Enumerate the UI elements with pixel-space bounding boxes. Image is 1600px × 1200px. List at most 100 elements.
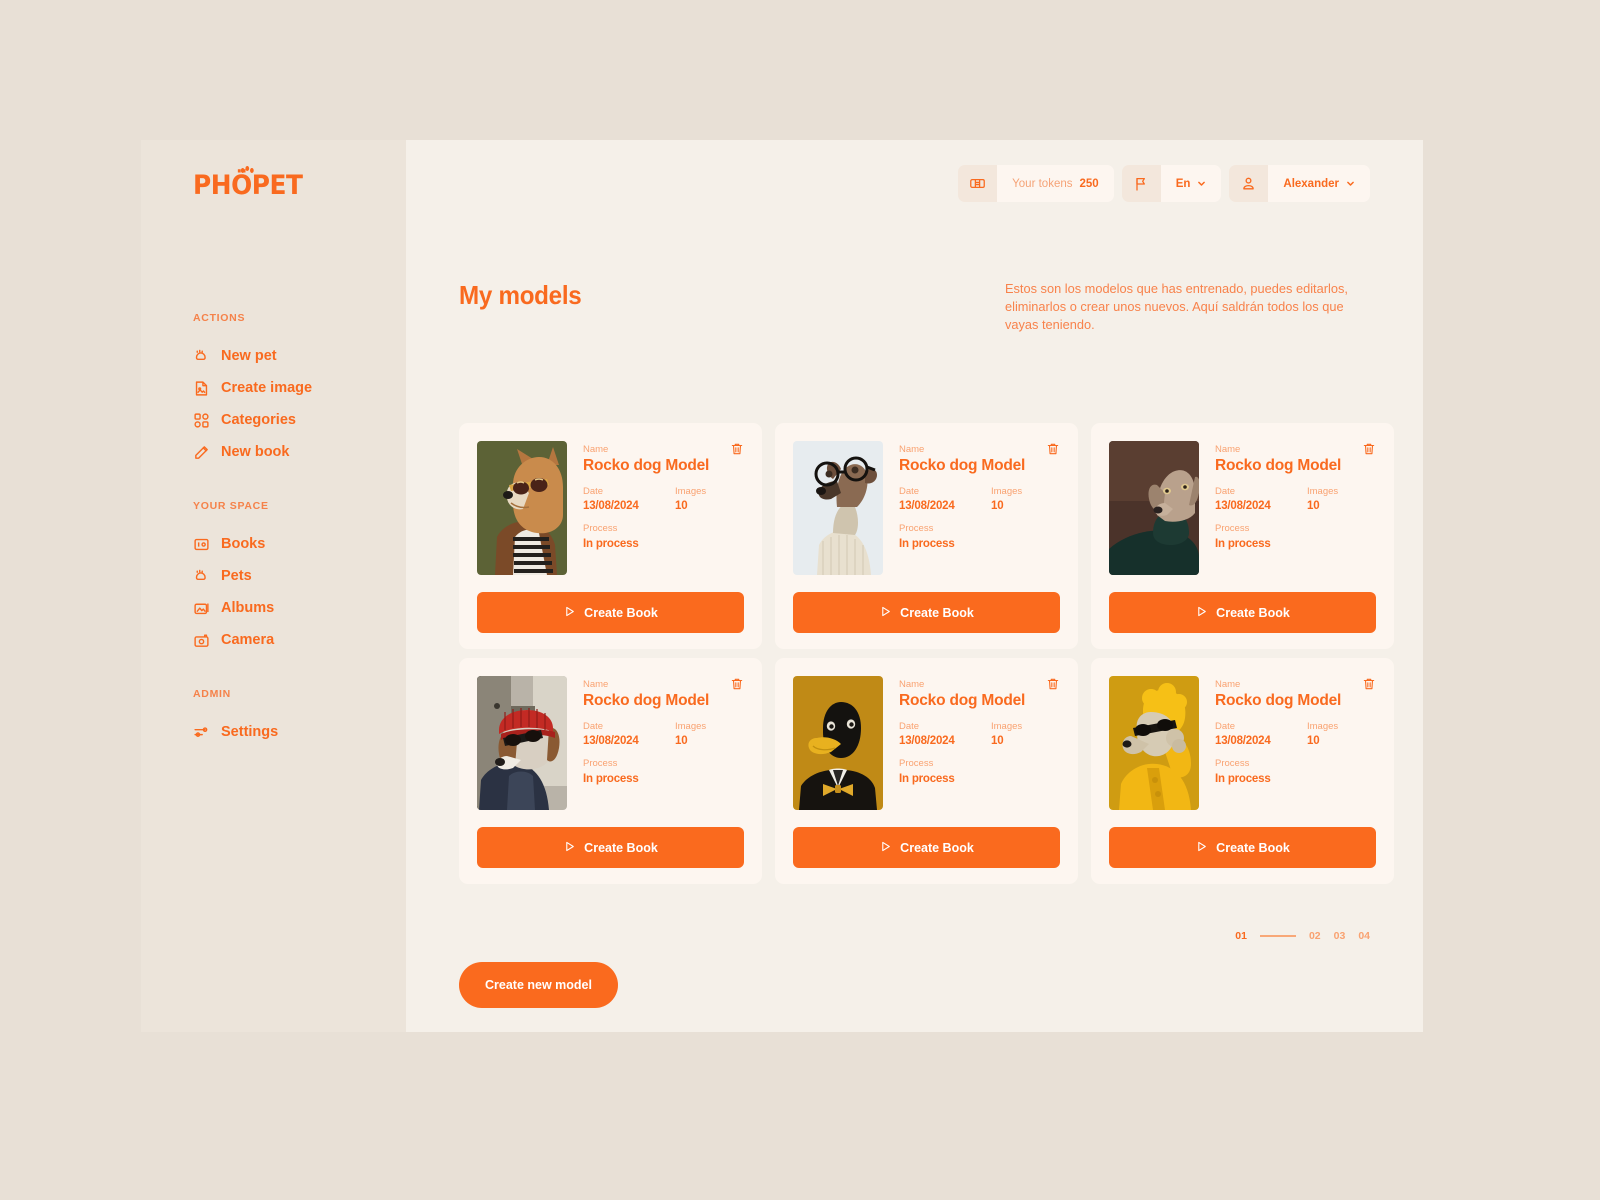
- sidebar-item-label: New pet: [221, 348, 277, 364]
- model-images: 10: [991, 735, 1004, 748]
- language-selector[interactable]: En: [1121, 165, 1222, 202]
- create-book-button[interactable]: Create Book: [1109, 827, 1376, 868]
- date-field: Date 13/08/2024: [899, 485, 991, 514]
- tokens-label: Your tokens: [1012, 177, 1073, 190]
- sidebar-group-admin: ADMIN Settings: [193, 688, 278, 748]
- model-card: Name Rocko dog Model Date 13/08/2024 Ima…: [775, 658, 1078, 884]
- camera-icon: [193, 632, 210, 649]
- trash-icon[interactable]: [1046, 676, 1060, 692]
- trash-icon[interactable]: [730, 441, 744, 457]
- create-book-label: Create Book: [584, 840, 658, 855]
- sidebar-group-title: ADMIN: [193, 688, 231, 700]
- model-card-body: Name Rocko dog Model Date 13/08/2024 Ima…: [477, 441, 744, 575]
- model-info: Name Rocko dog Model Date 13/08/2024 Ima…: [1215, 441, 1376, 575]
- model-name: Rocko dog Model: [1215, 692, 1342, 710]
- model-thumbnail[interactable]: [477, 441, 567, 575]
- process-field: Process In process: [899, 757, 1060, 786]
- process-label: Process: [899, 523, 934, 535]
- date-label: Date: [583, 485, 604, 497]
- images-field: Images 10: [1307, 720, 1376, 749]
- page-title: My models: [459, 280, 582, 310]
- page-description: Estos son los modelos que has entrenado,…: [1005, 281, 1348, 333]
- brand-logo[interactable]: PHÖPET: [193, 166, 303, 199]
- images-label: Images: [1307, 720, 1339, 732]
- pagination: 01 02 03 04: [1235, 930, 1370, 942]
- model-card: Name Rocko dog Model Date 13/08/2024 Ima…: [459, 423, 762, 649]
- model-card: Name Rocko dog Model Date 13/08/2024 Ima…: [459, 658, 762, 884]
- date-field: Date 13/08/2024: [1215, 720, 1307, 749]
- model-meta-row: Date 13/08/2024 Images 10: [899, 485, 1060, 514]
- paw-icon: [193, 568, 210, 585]
- date-field: Date 13/08/2024: [583, 485, 675, 514]
- topbar: Your tokens 250 En Alexander: [958, 165, 1370, 202]
- date-label: Date: [1215, 485, 1236, 497]
- chevron-down-icon: [1347, 181, 1354, 186]
- model-card: Name Rocko dog Model Date 13/08/2024 Ima…: [1091, 423, 1394, 649]
- paw-icon: [193, 348, 210, 365]
- create-book-button[interactable]: Create Book: [477, 592, 744, 633]
- create-new-model-button[interactable]: Create new model: [459, 962, 618, 1008]
- process-label: Process: [899, 758, 934, 770]
- trash-icon[interactable]: [1362, 676, 1376, 692]
- create-book-button[interactable]: Create Book: [1109, 592, 1376, 633]
- create-book-button[interactable]: Create Book: [477, 827, 744, 868]
- pagination-page[interactable]: 04: [1358, 930, 1370, 942]
- sidebar-group-title: YOUR SPACE: [193, 500, 269, 512]
- date-label: Date: [583, 720, 604, 732]
- user-menu[interactable]: Alexander: [1229, 165, 1370, 202]
- sidebar-item-camera[interactable]: Camera: [193, 624, 274, 656]
- model-images: 10: [991, 500, 1004, 513]
- name-label: Name: [899, 679, 925, 690]
- model-thumbnail[interactable]: [1109, 676, 1199, 810]
- create-book-label: Create Book: [584, 605, 658, 620]
- image-file-icon: [193, 380, 210, 397]
- sidebar-item-label: Books: [221, 536, 266, 552]
- play-icon: [879, 840, 892, 856]
- pagination-page[interactable]: 01: [1235, 930, 1247, 942]
- model-thumbnail[interactable]: [1109, 441, 1199, 575]
- create-book-label: Create Book: [900, 605, 974, 620]
- create-book-button[interactable]: Create Book: [793, 827, 1060, 868]
- sidebar-group-title: ACTIONS: [193, 312, 246, 324]
- model-name: Rocko dog Model: [899, 457, 1026, 475]
- model-date: 13/08/2024: [899, 735, 955, 748]
- sidebar-item-label: Categories: [221, 412, 296, 428]
- trash-icon[interactable]: [730, 676, 744, 692]
- sidebar-item-create-image[interactable]: Create image: [193, 372, 312, 404]
- tokens-widget[interactable]: Your tokens 250: [958, 165, 1114, 202]
- model-process: In process: [899, 537, 955, 550]
- play-icon: [563, 840, 576, 856]
- sidebar-item-pets[interactable]: Pets: [193, 560, 274, 592]
- sidebar-group-actions: ACTIONS New pet Create image Categories …: [193, 312, 312, 468]
- sidebar-item-new-pet[interactable]: New pet: [193, 340, 312, 372]
- name-label: Name: [1215, 679, 1241, 690]
- model-card-body: Name Rocko dog Model Date 13/08/2024 Ima…: [1109, 676, 1376, 810]
- trash-icon[interactable]: [1046, 441, 1060, 457]
- sidebar-item-settings[interactable]: Settings: [193, 716, 278, 748]
- process-field: Process In process: [1215, 522, 1376, 551]
- model-thumbnail[interactable]: [793, 441, 883, 575]
- sidebar-item-books[interactable]: Books: [193, 528, 274, 560]
- model-thumbnail[interactable]: [793, 676, 883, 810]
- sidebar-item-new-book[interactable]: New book: [193, 436, 312, 468]
- images-label: Images: [991, 720, 1023, 732]
- process-field: Process In process: [583, 757, 744, 786]
- name-label: Name: [583, 679, 609, 690]
- pagination-page[interactable]: 02: [1309, 930, 1321, 942]
- model-thumbnail[interactable]: [477, 676, 567, 810]
- trash-icon[interactable]: [1362, 441, 1376, 457]
- sidebar-item-label: Create image: [221, 380, 313, 396]
- model-date: 13/08/2024: [583, 500, 639, 513]
- model-date: 13/08/2024: [899, 500, 955, 513]
- process-label: Process: [583, 758, 618, 770]
- app-window: PHÖPET ACTIONS New pet Create image Cate…: [141, 140, 1423, 1032]
- model-meta-row: Date 13/08/2024 Images 10: [583, 720, 744, 749]
- create-book-button[interactable]: Create Book: [793, 592, 1060, 633]
- pagination-page[interactable]: 03: [1334, 930, 1346, 942]
- images-label: Images: [675, 720, 707, 732]
- sidebar-item-albums[interactable]: Albums: [193, 592, 274, 624]
- sidebar-item-label: Pets: [221, 568, 252, 584]
- sidebar-item-label: Camera: [221, 632, 275, 648]
- model-info: Name Rocko dog Model Date 13/08/2024 Ima…: [583, 676, 744, 810]
- sidebar-item-categories[interactable]: Categories: [193, 404, 312, 436]
